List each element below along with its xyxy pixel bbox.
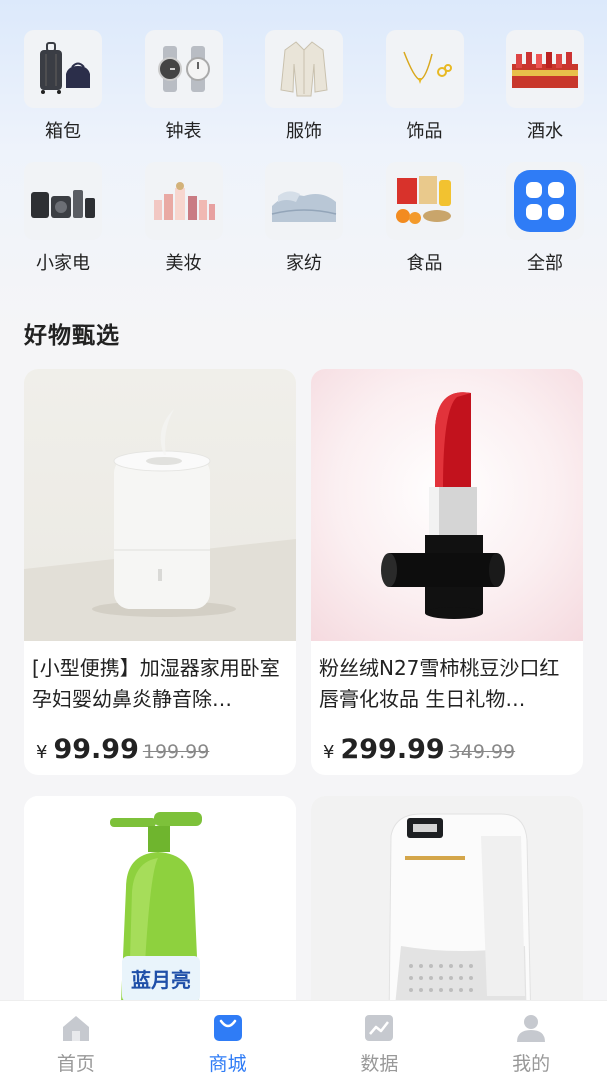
- product-price: 99.99: [53, 734, 139, 765]
- grid-all-icon-wrap: [506, 162, 584, 240]
- tab-mine[interactable]: 我的: [455, 1001, 607, 1080]
- product-card[interactable]: [311, 796, 583, 1026]
- category-label: 全部: [527, 253, 563, 274]
- tab-label: 我的: [512, 1053, 551, 1075]
- cosmetics-icon: [144, 162, 223, 240]
- luggage-icon: [24, 30, 102, 108]
- clothing-icon: [265, 30, 343, 108]
- currency-symbol: ¥: [36, 742, 48, 763]
- category-label: 酒水: [527, 121, 563, 142]
- bedding-icon: [265, 162, 343, 240]
- product-price: 299.99: [340, 734, 445, 765]
- home-icon: [62, 1016, 89, 1041]
- tab-label: 商城: [208, 1053, 247, 1075]
- product-card[interactable]: 粉丝绒N27雪柿桃豆沙口红唇膏化妆品 生日礼物… ¥ 299.99 349.99: [311, 369, 583, 775]
- category-label: 钟表: [165, 121, 202, 142]
- category-label: 食品: [406, 253, 443, 274]
- category-jewelry[interactable]: 饰品: [385, 30, 464, 144]
- currency-symbol: ¥: [323, 742, 335, 763]
- watch-icon: [144, 30, 223, 108]
- necklace-icon: [385, 30, 464, 108]
- user-icon: [517, 1015, 546, 1042]
- category-label: 美妆: [165, 253, 202, 274]
- category-label: 家纺: [286, 253, 322, 274]
- product-card[interactable]: [小型便携】加湿器家用卧室孕妇婴幼鼻炎静音除… ¥ 99.99 199.99: [24, 369, 296, 775]
- tab-label: 数据: [360, 1053, 399, 1075]
- original-price: 199.99: [142, 741, 210, 763]
- category-clothing[interactable]: 服饰: [265, 30, 343, 144]
- air-purifier-image: [311, 796, 583, 1026]
- category-appliance[interactable]: 小家电: [24, 162, 102, 276]
- appliance-icon: [24, 162, 102, 240]
- price-row: ¥ 99.99 199.99: [24, 716, 296, 765]
- grid-all-icon: [514, 170, 576, 232]
- category-liquor[interactable]: 酒水: [506, 30, 584, 144]
- category-bedding[interactable]: 家纺: [265, 162, 343, 276]
- tab-mall[interactable]: 商城: [152, 1001, 304, 1080]
- humidifier-image: [24, 369, 296, 641]
- category-cosmetics[interactable]: 美妆: [144, 162, 223, 276]
- category-all[interactable]: 全部: [506, 162, 584, 276]
- tab-label: 首页: [56, 1053, 95, 1075]
- soap-brand-text: 蓝月亮: [131, 968, 191, 992]
- category-label: 小家电: [36, 253, 90, 274]
- product-title: 粉丝绒N27雪柿桃豆沙口红唇膏化妆品 生日礼物…: [319, 656, 560, 711]
- chart-icon: [365, 1015, 394, 1041]
- hand-soap-image: 蓝月亮: [24, 796, 296, 1026]
- category-label: 箱包: [45, 121, 81, 142]
- bottom-tab-bar: 首页 商城 数据 我的: [0, 1000, 607, 1080]
- liquor-icon: [506, 30, 584, 108]
- tab-home[interactable]: 首页: [0, 1001, 152, 1080]
- category-watch[interactable]: 钟表: [144, 30, 223, 144]
- food-icon: [385, 162, 464, 240]
- lipstick-image: [311, 369, 583, 641]
- original-price: 349.99: [448, 741, 516, 763]
- category-grid: 箱包 钟表 服饰 饰品 酒水 小家电 美妆 家纺 食品 全部: [24, 30, 584, 276]
- price-row: ¥ 299.99 349.99: [311, 716, 583, 765]
- product-title: [小型便携】加湿器家用卧室孕妇婴幼鼻炎静音除…: [32, 656, 280, 711]
- tab-data[interactable]: 数据: [304, 1001, 456, 1080]
- product-card[interactable]: 蓝月亮: [24, 796, 296, 1026]
- section-title: 好物甄选: [24, 323, 120, 349]
- category-luggage[interactable]: 箱包: [24, 30, 102, 144]
- category-label: 饰品: [406, 121, 443, 142]
- category-label: 服饰: [286, 121, 322, 142]
- category-food[interactable]: 食品: [385, 162, 464, 276]
- shopping-bag-icon: [213, 1015, 242, 1041]
